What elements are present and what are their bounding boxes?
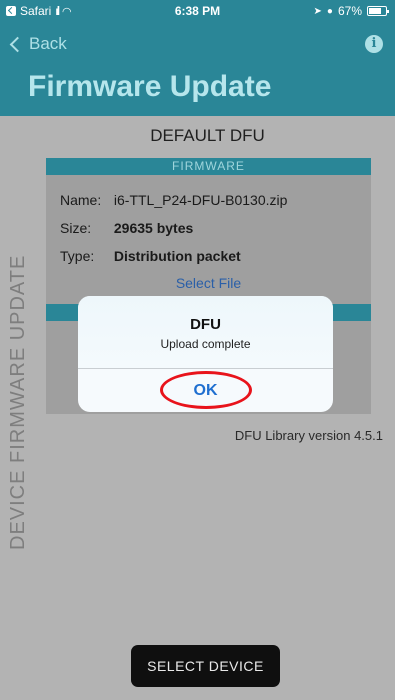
- select-file-link[interactable]: Select File: [46, 275, 371, 291]
- status-right: ➤ ● 67%: [313, 4, 389, 18]
- ok-button[interactable]: OK: [78, 369, 333, 412]
- firmware-header: FIRMWARE: [46, 158, 371, 175]
- name-value: i6-TTL_P24-DFU-B0130.zip: [113, 192, 288, 208]
- battery-percent: 67%: [337, 4, 362, 18]
- size-label: Size:: [60, 220, 92, 236]
- back-button[interactable]: Back: [9, 34, 67, 54]
- alert-body: DFU Upload complete: [78, 296, 333, 368]
- type-value: Distribution packet: [113, 248, 241, 264]
- info-icon[interactable]: i: [365, 35, 383, 53]
- status-bar: Safari ıl ◠ 6:38 PM ➤ ● 67%: [0, 0, 395, 22]
- location-icon: ➤: [313, 5, 322, 17]
- select-device-button[interactable]: SELECT DEVICE: [131, 645, 280, 687]
- type-label: Type:: [60, 248, 95, 264]
- type-row: Type: Distribution packet: [60, 248, 241, 264]
- section-title: DEFAULT DFU: [150, 126, 265, 145]
- firmware-panel: FIRMWARE Name: i6-TTL_P24-DFU-B0130.zip …: [46, 158, 371, 304]
- battery-icon: [367, 6, 389, 16]
- back-label: Back: [29, 34, 67, 53]
- upload-complete-alert: DFU Upload complete OK: [78, 296, 333, 412]
- name-label: Name:: [60, 192, 102, 208]
- page-title: Firmware Update: [28, 70, 272, 103]
- size-row: Size: 29635 bytes: [60, 220, 193, 236]
- chevron-left-icon: [9, 36, 26, 52]
- highlight-ring: [159, 371, 252, 409]
- size-value: 29635 bytes: [113, 220, 194, 236]
- side-label: DEVICE FIRMWARE UPDATE: [7, 254, 29, 550]
- alarm-icon: ●: [326, 5, 333, 17]
- alert-title: DFU: [190, 316, 221, 333]
- name-row: Name: i6-TTL_P24-DFU-B0130.zip: [60, 192, 287, 208]
- alert-message: Upload complete: [160, 337, 251, 351]
- library-version: DFU Library version 4.5.1: [234, 428, 383, 443]
- nav-header: Back i Firmware Update: [0, 22, 395, 116]
